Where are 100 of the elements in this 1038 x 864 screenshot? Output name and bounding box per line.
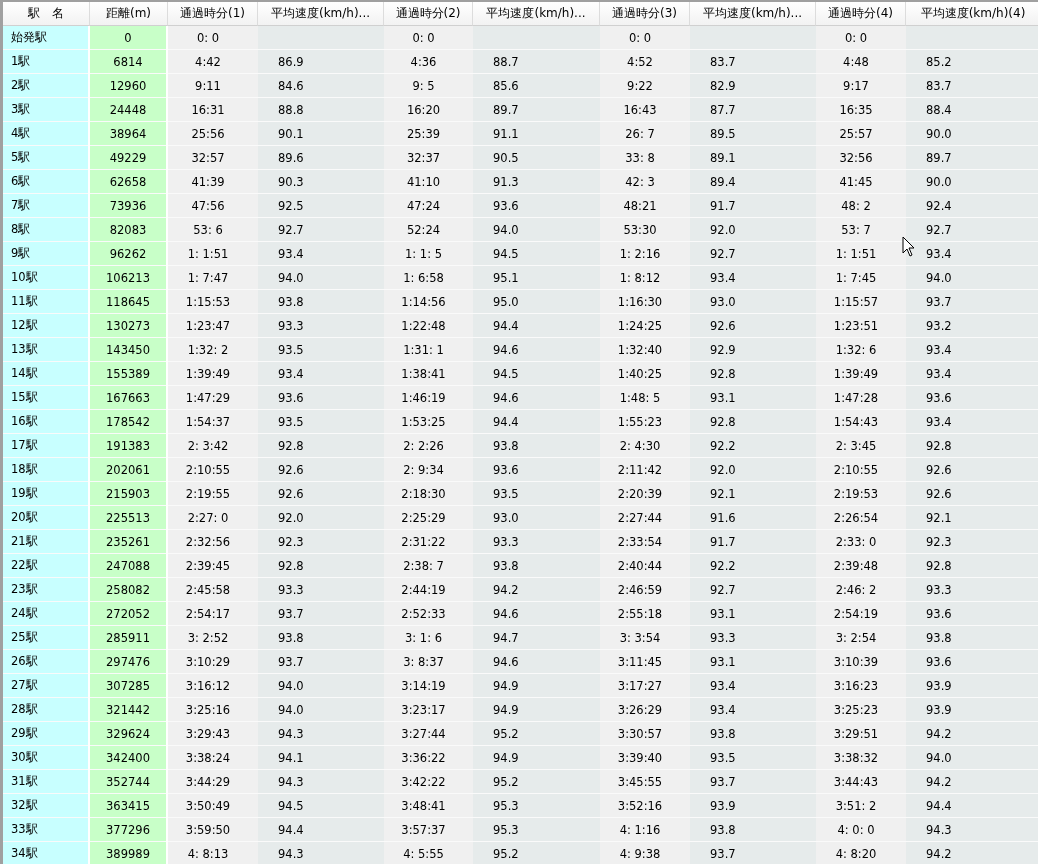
time-cell: 1: 1:51 xyxy=(168,242,258,266)
time-cell: 3:38:32 xyxy=(816,746,906,770)
speed-cell: 93.5 xyxy=(258,410,384,434)
time-cell: 0: 0 xyxy=(816,26,906,50)
station-cell: 14駅 xyxy=(3,362,88,386)
speed-cell: 83.7 xyxy=(906,74,1038,98)
time-cell: 1:23:47 xyxy=(168,314,258,338)
speed-cell: 93.7 xyxy=(690,842,816,864)
distance-cell: 363415 xyxy=(90,794,166,818)
station-cell: 16駅 xyxy=(3,410,88,434)
speed-cell: 94.4 xyxy=(258,818,384,842)
time-cell: 2:54:19 xyxy=(816,602,906,626)
time-cell: 3:51: 2 xyxy=(816,794,906,818)
speed-cell: 94.4 xyxy=(906,794,1038,818)
distance-cell: 12960 xyxy=(90,74,166,98)
time-cell: 25:39 xyxy=(384,122,473,146)
speed-cell: 89.6 xyxy=(258,146,384,170)
distance-cell: 178542 xyxy=(90,410,166,434)
distance-cell: 377296 xyxy=(90,818,166,842)
speed-cell: 95.1 xyxy=(473,266,600,290)
column-header[interactable]: 平均速度(km/h)... xyxy=(258,2,384,26)
time-cell: 3:59:50 xyxy=(168,818,258,842)
time-cell: 3: 2:52 xyxy=(168,626,258,650)
time-cell: 1: 1: 5 xyxy=(384,242,473,266)
time-cell: 16:43 xyxy=(600,98,690,122)
time-cell: 4:48 xyxy=(816,50,906,74)
speed-cell: 94.6 xyxy=(473,386,600,410)
station-cell: 34駅 xyxy=(3,842,88,864)
column-header[interactable]: 通過時分(3) xyxy=(600,2,690,26)
column-header[interactable]: 通過時分(2) xyxy=(384,2,473,26)
distance-cell: 155389 xyxy=(90,362,166,386)
station-cell: 13駅 xyxy=(3,338,88,362)
speed-cell: 94.2 xyxy=(906,722,1038,746)
time-cell: 42: 3 xyxy=(600,170,690,194)
column-header[interactable]: 通過時分(4) xyxy=(816,2,906,26)
speed-cell: 92.8 xyxy=(690,410,816,434)
speed-cell: 85.6 xyxy=(473,74,600,98)
distance-cell: 389989 xyxy=(90,842,166,864)
time-cell: 2: 3:45 xyxy=(816,434,906,458)
time-cell: 1:15:57 xyxy=(816,290,906,314)
speed-cell: 93.6 xyxy=(906,650,1038,674)
speed-cell: 93.0 xyxy=(690,290,816,314)
column-header[interactable]: 通過時分(1) xyxy=(168,2,258,26)
time-cell: 2:18:30 xyxy=(384,482,473,506)
time-cell: 2:19:53 xyxy=(816,482,906,506)
speed-cell: 93.8 xyxy=(473,554,600,578)
time-cell: 25:56 xyxy=(168,122,258,146)
speed-cell: 93.8 xyxy=(690,818,816,842)
speed-cell: 92.4 xyxy=(906,194,1038,218)
column-header[interactable]: 駅 名 xyxy=(3,2,90,26)
distance-cell: 82083 xyxy=(90,218,166,242)
distance-cell: 202061 xyxy=(90,458,166,482)
distance-cell: 167663 xyxy=(90,386,166,410)
time-cell: 3:17:27 xyxy=(600,674,690,698)
time-cell: 3: 3:54 xyxy=(600,626,690,650)
speed-cell: 89.7 xyxy=(473,98,600,122)
distance-cell: 38964 xyxy=(90,122,166,146)
time-cell: 1:47:28 xyxy=(816,386,906,410)
time-cell: 2:11:42 xyxy=(600,458,690,482)
speed-cell: 93.4 xyxy=(690,266,816,290)
speed-cell: 94.6 xyxy=(473,602,600,626)
column-header[interactable]: 平均速度(km/h)... xyxy=(473,2,600,26)
speed-cell: 94.2 xyxy=(906,770,1038,794)
time-cell: 1:47:29 xyxy=(168,386,258,410)
speed-cell: 95.2 xyxy=(473,722,600,746)
station-cell: 17駅 xyxy=(3,434,88,458)
speed-cell: 93.7 xyxy=(690,770,816,794)
column-header[interactable]: 距離(m) xyxy=(90,2,168,26)
speed-cell: 93.4 xyxy=(906,362,1038,386)
time-cell: 41:10 xyxy=(384,170,473,194)
time-cell: 3:10:39 xyxy=(816,650,906,674)
speed-cell: 88.4 xyxy=(906,98,1038,122)
speed-cell: 92.6 xyxy=(906,458,1038,482)
time-cell: 2:39:48 xyxy=(816,554,906,578)
time-cell: 41:45 xyxy=(816,170,906,194)
time-cell: 2:52:33 xyxy=(384,602,473,626)
speed-cell: 91.6 xyxy=(690,506,816,530)
time-cell: 4: 0: 0 xyxy=(816,818,906,842)
time-cell: 3:57:37 xyxy=(384,818,473,842)
distance-cell: 130273 xyxy=(90,314,166,338)
speed-cell: 94.5 xyxy=(258,794,384,818)
speed-cell: 89.4 xyxy=(690,170,816,194)
speed-cell: 93.2 xyxy=(906,314,1038,338)
time-cell: 1:38:41 xyxy=(384,362,473,386)
speed-cell: 93.4 xyxy=(906,338,1038,362)
station-cell: 32駅 xyxy=(3,794,88,818)
time-cell: 3:48:41 xyxy=(384,794,473,818)
speed-cell: 90.3 xyxy=(258,170,384,194)
time-cell: 2:38: 7 xyxy=(384,554,473,578)
speed-cell: 92.7 xyxy=(906,218,1038,242)
speed-cell: 92.5 xyxy=(258,194,384,218)
speed-cell: 93.8 xyxy=(906,626,1038,650)
column-header[interactable]: 平均速度(km/h)... xyxy=(690,2,816,26)
speed-cell: 92.8 xyxy=(258,434,384,458)
speed-cell: 92.6 xyxy=(906,482,1038,506)
time-cell: 47:56 xyxy=(168,194,258,218)
time-cell: 4: 8:20 xyxy=(816,842,906,864)
speed-cell: 86.9 xyxy=(258,50,384,74)
speed-cell: 93.3 xyxy=(258,578,384,602)
speed-cell: 92.0 xyxy=(690,458,816,482)
